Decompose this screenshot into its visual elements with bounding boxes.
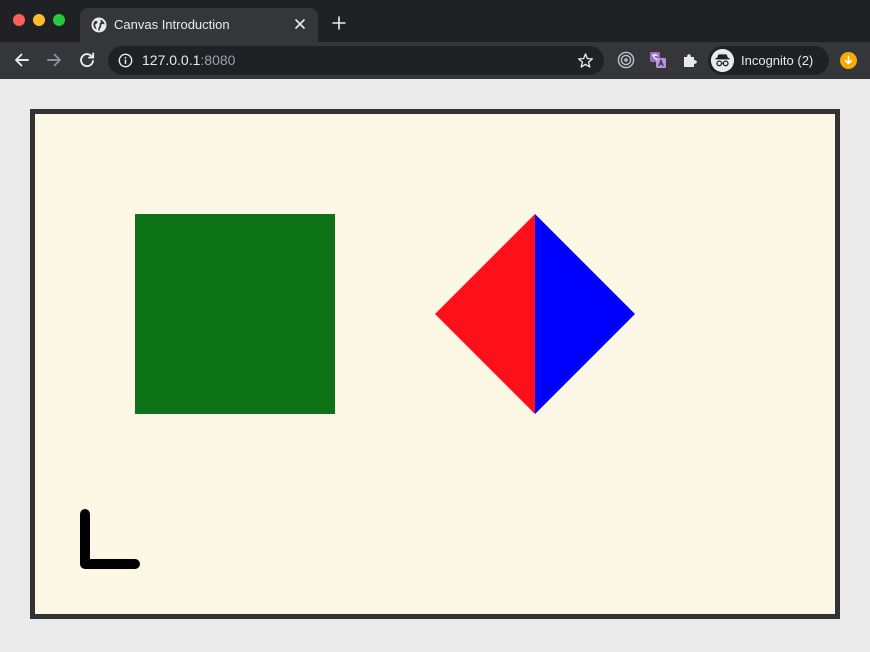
url-host: 127.0.0.1 xyxy=(142,52,201,68)
back-button[interactable] xyxy=(12,50,32,70)
address-bar[interactable]: 127.0.0.1:8080 xyxy=(108,46,604,75)
red-triangle xyxy=(435,214,535,414)
tab-title: Canvas Introduction xyxy=(114,17,230,32)
info-icon[interactable] xyxy=(118,53,133,68)
incognito-icon xyxy=(711,49,734,72)
profile-label: Incognito (2) xyxy=(741,53,814,68)
blue-triangle xyxy=(535,214,635,414)
profile-button[interactable]: Incognito (2) xyxy=(708,46,829,75)
drawing-canvas[interactable] xyxy=(30,109,840,619)
radar-icon[interactable] xyxy=(617,51,635,69)
translate-icon[interactable] xyxy=(649,51,667,69)
page-viewport xyxy=(0,79,870,652)
update-icon[interactable] xyxy=(840,52,857,69)
canvas-drawing xyxy=(80,214,635,569)
tab-strip: Canvas Introduction xyxy=(0,0,870,42)
forward-button[interactable] xyxy=(44,50,64,70)
browser-window: Canvas Introduction 127.0.0.1:8080 Incog… xyxy=(0,0,870,652)
globe-icon xyxy=(91,17,107,33)
close-icon[interactable] xyxy=(292,16,308,32)
url-text: 127.0.0.1:8080 xyxy=(142,52,235,68)
browser-toolbar: 127.0.0.1:8080 Incognito (2) xyxy=(0,42,870,79)
reload-button[interactable] xyxy=(77,50,97,70)
window-minimize-button[interactable] xyxy=(33,14,45,26)
puzzle-icon[interactable] xyxy=(681,51,699,69)
green-square xyxy=(135,214,335,414)
new-tab-button[interactable] xyxy=(331,15,347,31)
star-icon[interactable] xyxy=(577,52,594,69)
url-port: :8080 xyxy=(200,52,236,68)
tab-canvas-introduction[interactable]: Canvas Introduction xyxy=(80,8,318,42)
black-l-line xyxy=(80,509,140,569)
window-maximize-button[interactable] xyxy=(53,14,65,26)
window-close-button[interactable] xyxy=(13,14,25,26)
